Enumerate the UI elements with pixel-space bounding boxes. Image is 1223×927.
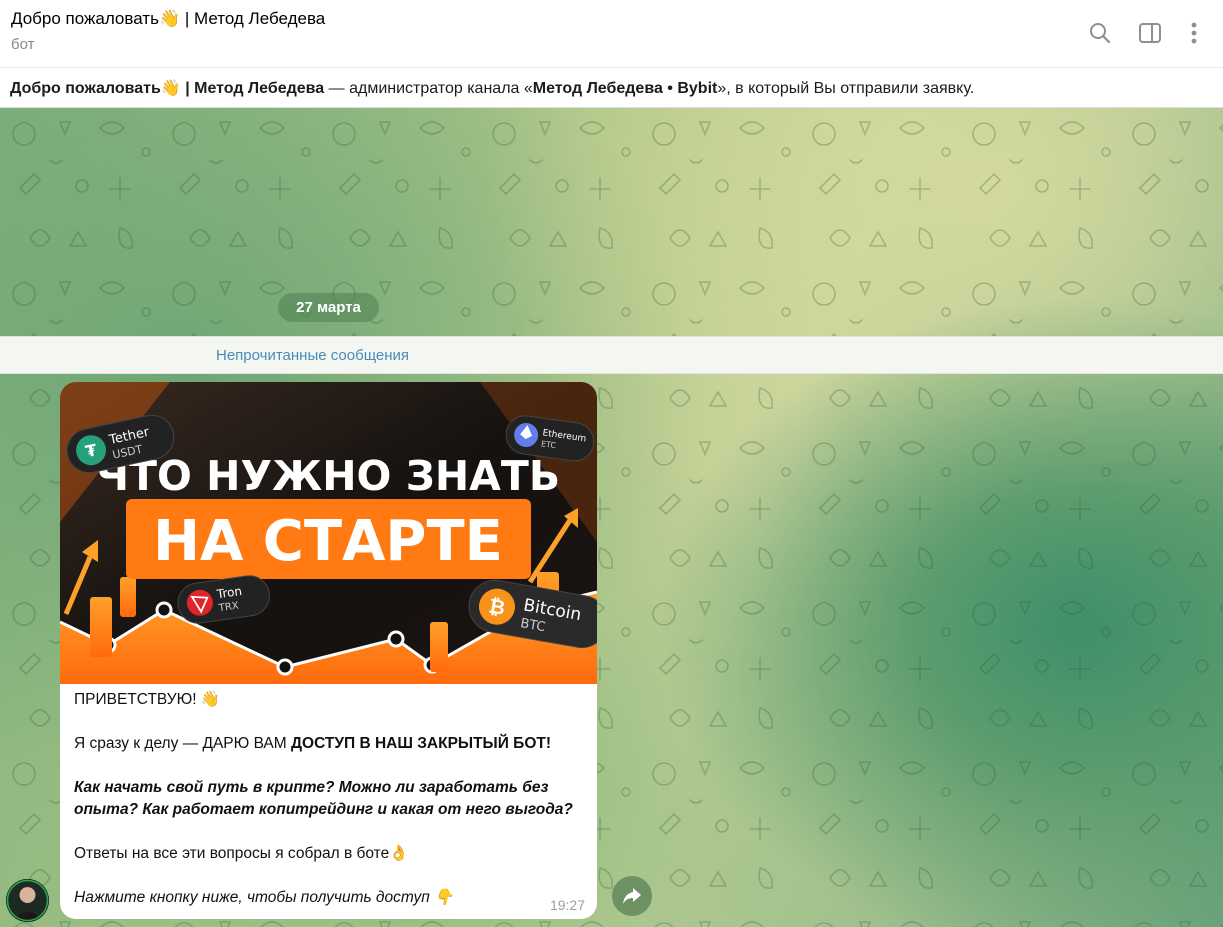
channel-name[interactable]: Метод Лебедева • Bybit bbox=[533, 80, 718, 97]
banner-line1: ЧТО НУЖНО ЗНАТЬ bbox=[96, 452, 560, 500]
offer-line: Я сразу к делу — ДАРЮ ВАМ ДОСТУП В НАШ З… bbox=[74, 735, 552, 752]
message-bubble[interactable]: ЧТО НУЖНО ЗНАТЬ НА СТАРТЕ ₮ Tether USDT … bbox=[60, 382, 597, 919]
chat-header: Добро пожаловать👋 | Метод Лебедева бот bbox=[0, 0, 1223, 67]
info-middle-text: — администратор канала « bbox=[324, 80, 533, 97]
answers-line: Ответы на все эти вопросы я собрал в бот… bbox=[74, 845, 409, 862]
sidebar-toggle-icon[interactable] bbox=[1137, 19, 1163, 47]
more-vertical-icon[interactable] bbox=[1181, 19, 1207, 47]
bot-avatar[interactable] bbox=[6, 879, 49, 922]
unread-messages-bar: Непрочитанные сообщения bbox=[0, 336, 1223, 374]
search-icon[interactable] bbox=[1087, 19, 1113, 47]
banner-line2: НА СТАРТЕ bbox=[153, 509, 503, 574]
cta-line: Нажмите кнопку ниже, чтобы получить дост… bbox=[74, 889, 454, 906]
message-banner-image[interactable]: ЧТО НУЖНО ЗНАТЬ НА СТАРТЕ ₮ Tether USDT … bbox=[60, 382, 597, 684]
chat-subtitle: бот bbox=[11, 36, 35, 53]
forward-arrow-icon bbox=[623, 888, 641, 904]
date-separator: 27 марта bbox=[278, 293, 379, 322]
message-time: 19:27 bbox=[549, 897, 585, 913]
greeting-line: ПРИВЕТСТВУЮ! 👋 bbox=[74, 691, 221, 708]
questions-line: Как начать свой путь в крипте? Можно ли … bbox=[74, 779, 573, 818]
bot-name: Добро пожаловать👋 | Метод Лебедева bbox=[10, 80, 325, 97]
forward-button[interactable] bbox=[612, 876, 652, 916]
chat-title[interactable]: Добро пожаловать👋 | Метод Лебедева bbox=[11, 9, 325, 29]
unread-label: Непрочитанные сообщения bbox=[216, 347, 409, 364]
info-end-text: », в который Вы отправили заявку. bbox=[717, 80, 975, 97]
bot-info-bar: Добро пожаловать👋 | Метод Лебедева — адм… bbox=[0, 67, 1223, 108]
message-text: ПРИВЕТСТВУЮ! 👋 Я сразу к делу — ДАРЮ ВАМ… bbox=[74, 684, 589, 909]
